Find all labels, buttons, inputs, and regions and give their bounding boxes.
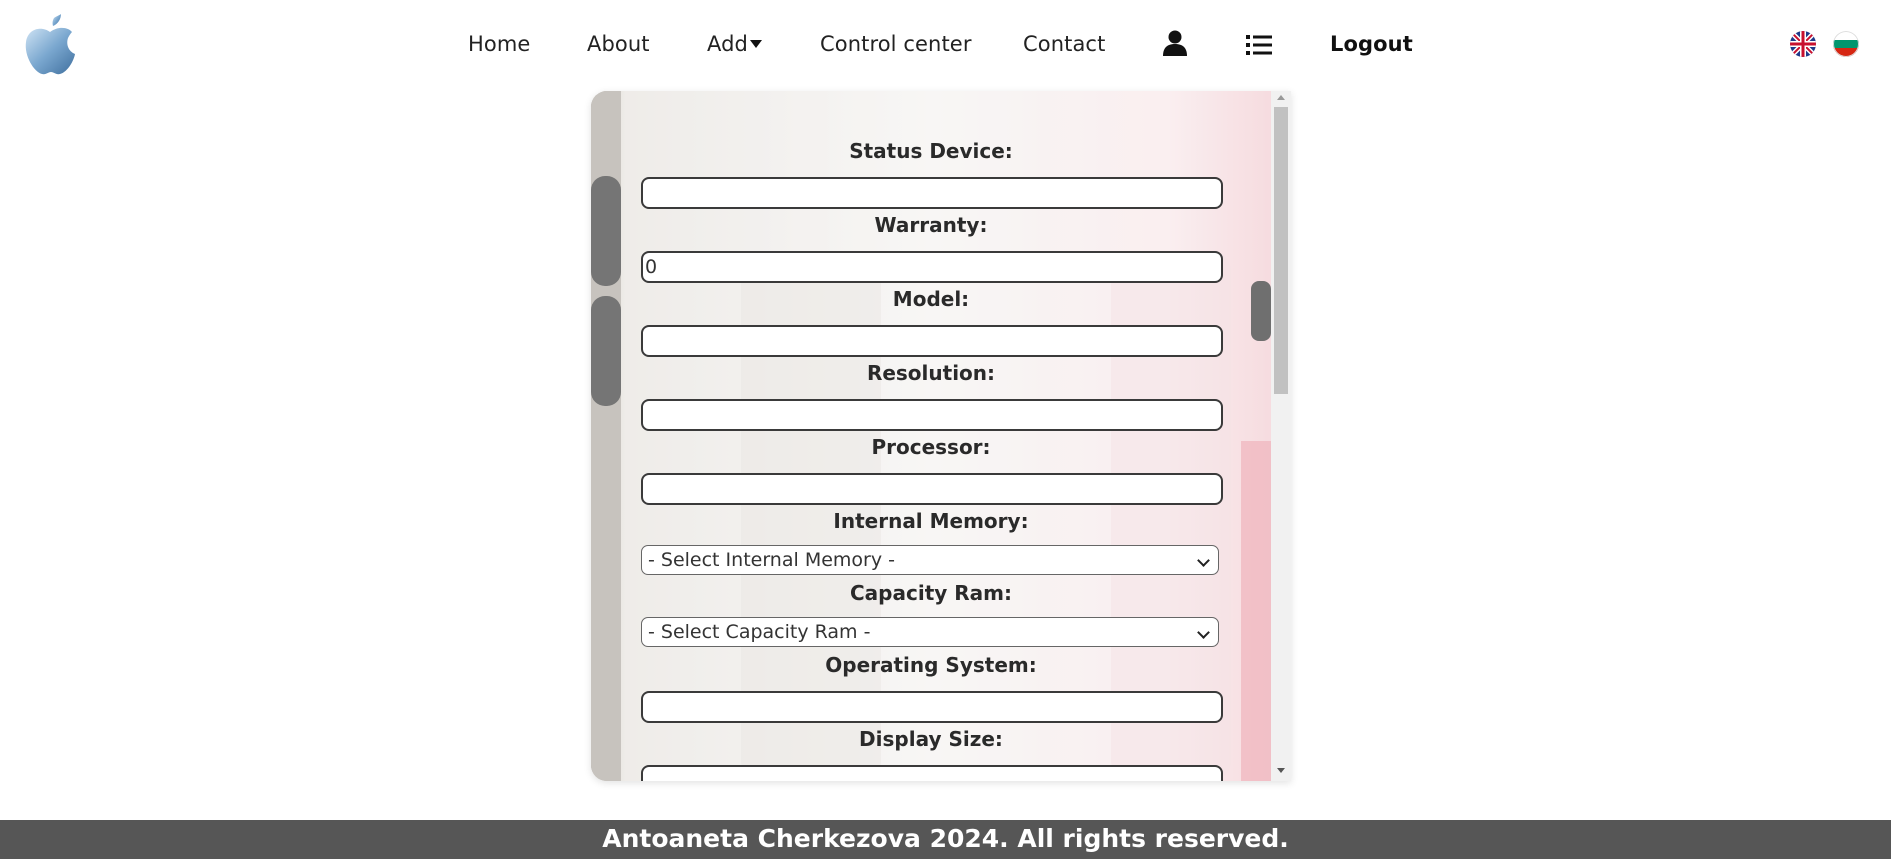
display-size-input[interactable] (641, 765, 1223, 781)
nav-add-dropdown[interactable]: Add (707, 32, 762, 56)
form-scrollbar[interactable] (1271, 91, 1291, 781)
processor-label: Processor: (871, 435, 991, 459)
footer-copyright: Antoaneta Cherkezova 2024. All rights re… (602, 824, 1289, 853)
warranty-label: Warranty: (874, 213, 988, 237)
main-nav: Home About Add Control center Contact Lo… (0, 28, 1891, 62)
internal-memory-select[interactable]: - Select Internal Memory - (641, 545, 1219, 575)
device-form-panel: Status Device: Warranty: Model: Resoluti… (591, 91, 1291, 781)
operating-system-label: Operating System: (825, 653, 1037, 677)
logout-link[interactable]: Logout (1330, 32, 1413, 56)
nav-control-center[interactable]: Control center (820, 32, 972, 56)
scroll-up-arrow-icon[interactable] (1277, 95, 1285, 100)
footer: Antoaneta Cherkezova 2024. All rights re… (0, 820, 1891, 859)
internal-memory-selected: - Select Internal Memory - (648, 549, 895, 571)
capacity-ram-selected: - Select Capacity Ram - (648, 621, 871, 643)
user-icon[interactable] (1163, 30, 1187, 60)
nav-add-label: Add (707, 32, 748, 56)
warranty-input[interactable] (641, 251, 1223, 283)
processor-input[interactable] (641, 473, 1223, 505)
scrollbar-thumb[interactable] (1274, 107, 1288, 394)
model-label: Model: (892, 287, 970, 311)
status-device-input[interactable] (641, 177, 1223, 209)
operating-system-input[interactable] (641, 691, 1223, 723)
list-icon[interactable] (1246, 34, 1272, 60)
capacity-ram-select[interactable]: - Select Capacity Ram - (641, 617, 1219, 647)
caret-down-icon (749, 40, 762, 48)
nav-about[interactable]: About (587, 32, 650, 56)
uk-flag-icon[interactable] (1790, 31, 1816, 57)
bulgaria-flag-icon[interactable] (1833, 31, 1859, 57)
model-input[interactable] (641, 325, 1223, 357)
chevron-down-icon (1197, 626, 1210, 639)
display-size-label: Display Size: (859, 727, 1003, 751)
scroll-down-arrow-icon[interactable] (1277, 768, 1285, 773)
resolution-label: Resolution: (866, 361, 996, 385)
resolution-input[interactable] (641, 399, 1223, 431)
status-device-label: Status Device: (849, 139, 1013, 163)
nav-contact[interactable]: Contact (1023, 32, 1105, 56)
nav-home[interactable]: Home (468, 32, 530, 56)
capacity-ram-label: Capacity Ram: (850, 581, 1012, 605)
internal-memory-label: Internal Memory: (833, 509, 1029, 533)
chevron-down-icon (1197, 554, 1210, 567)
